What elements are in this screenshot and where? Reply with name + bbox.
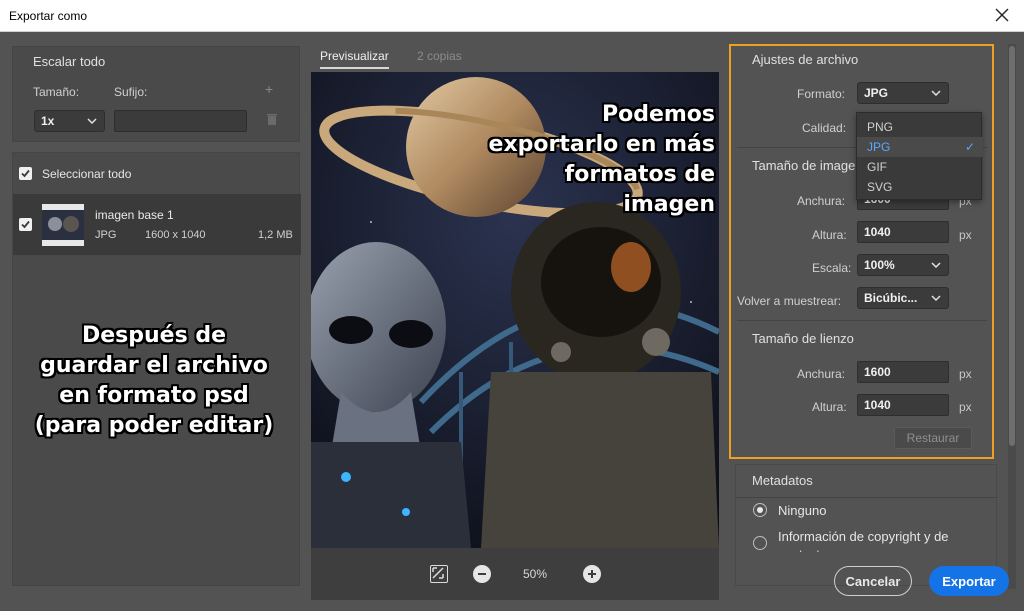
size-label: Tamaño:: [33, 85, 80, 99]
close-icon[interactable]: [992, 5, 1012, 25]
scale-all-panel: Escalar todo Tamaño: Sufijo: + 1x: [12, 46, 300, 142]
format-option-jpg-label: JPG: [867, 140, 891, 154]
scale-select-value: 100%: [864, 258, 895, 272]
trash-icon[interactable]: [267, 113, 277, 125]
canvas-size-title: Tamaño de lienzo: [752, 331, 854, 346]
chevron-down-icon: [930, 83, 942, 103]
format-select[interactable]: JPG: [857, 82, 949, 104]
select-all-checkbox[interactable]: [19, 167, 32, 180]
image-height-unit: px: [959, 228, 972, 242]
add-icon[interactable]: +: [265, 81, 273, 97]
preview-annotation: Podemos exportarlo en más formatos de im…: [488, 102, 715, 217]
suffix-label: Sufijo:: [114, 85, 148, 99]
file-settings-title: Ajustes de archivo: [752, 52, 859, 67]
cancel-button[interactable]: Cancelar: [834, 566, 912, 596]
format-option-jpg[interactable]: JPG ✓: [857, 137, 983, 157]
canvas-width-input[interactable]: 1600: [857, 361, 949, 383]
image-height-label: Altura:: [812, 228, 847, 242]
canvas-height-unit: px: [959, 400, 972, 414]
assets-panel: Seleccionar todo imagen base 1 JPG 1600 …: [12, 152, 301, 586]
radio-none-label: Ninguno: [778, 503, 827, 518]
chevron-down-icon: [86, 111, 98, 131]
divider: [737, 320, 987, 321]
left-annotation: Después de guardar el archivo en formato…: [34, 323, 274, 438]
chevron-down-icon: [930, 288, 942, 308]
radio-copyright[interactable]: [753, 536, 767, 550]
canvas-height-input[interactable]: 1040: [857, 394, 949, 416]
scale-all-title: Escalar todo: [33, 54, 106, 69]
radio-copyright-label: Información de copyright y de contacto: [778, 529, 949, 552]
resample-select-value: Bicúbic...: [864, 291, 918, 305]
canvas-width-unit: px: [959, 367, 972, 381]
zoom-in-icon[interactable]: [583, 565, 601, 583]
size-select-value: 1x: [41, 114, 55, 128]
zoom-out-icon[interactable]: [473, 565, 491, 583]
window-title: Exportar como: [9, 9, 88, 23]
export-button[interactable]: Exportar: [929, 566, 1009, 596]
scale-label: Escala:: [812, 261, 852, 275]
size-select[interactable]: 1x: [34, 110, 105, 132]
format-dropdown-menu: PNG JPG ✓ GIF SVG: [856, 112, 983, 200]
tab-copies[interactable]: 2 copias: [417, 49, 462, 63]
divider: [736, 497, 998, 498]
zoom-level: 50%: [523, 567, 548, 581]
format-option-svg[interactable]: SVG: [857, 177, 983, 197]
fit-screen-icon[interactable]: [430, 565, 448, 583]
format-option-gif[interactable]: GIF: [857, 157, 983, 177]
checkmark-icon: ✓: [964, 140, 975, 154]
settings-scrollbar-thumb[interactable]: [1009, 46, 1015, 446]
asset-size: 1,2 MB: [258, 229, 293, 241]
asset-dimensions: 1600 x 1040: [145, 229, 206, 241]
chevron-down-icon: [930, 255, 942, 275]
resample-select[interactable]: Bicúbic...: [857, 287, 949, 309]
select-all-label: Seleccionar todo: [42, 167, 132, 181]
resample-label: Volver a muestrear:: [737, 294, 842, 308]
asset-row[interactable]: imagen base 1 JPG 1600 x 1040 1,2 MB: [13, 194, 301, 255]
image-size-title: Tamaño de image: [752, 158, 856, 173]
suffix-input[interactable]: [114, 110, 247, 132]
image-width-label: Anchura:: [797, 194, 846, 208]
asset-name: imagen base 1: [95, 208, 174, 222]
canvas-height-label: Altura:: [812, 400, 847, 414]
image-height-input[interactable]: 1040: [857, 221, 949, 243]
asset-checkbox[interactable]: [19, 218, 32, 231]
metadata-title: Metadatos: [752, 473, 813, 488]
format-label: Formato:: [797, 87, 846, 101]
zoom-bar: 50%: [311, 548, 719, 600]
scale-select[interactable]: 100%: [857, 254, 949, 276]
asset-format: JPG: [95, 229, 117, 241]
tab-preview[interactable]: Previsualizar: [320, 49, 389, 69]
preview-image: Podemos exportarlo en más formatos de im…: [311, 72, 719, 548]
format-select-value: JPG: [864, 86, 889, 100]
restore-button[interactable]: Restaurar: [894, 427, 972, 449]
quality-label: Calidad:: [802, 121, 847, 135]
radio-none[interactable]: [753, 503, 767, 517]
dialog-content: Escalar todo Tamaño: Sufijo: + 1x Selecc…: [0, 32, 1024, 611]
asset-thumbnail: [42, 204, 84, 246]
canvas-width-label: Anchura:: [797, 367, 846, 381]
title-bar: Exportar como: [0, 0, 1024, 32]
format-option-png[interactable]: PNG: [857, 117, 983, 137]
